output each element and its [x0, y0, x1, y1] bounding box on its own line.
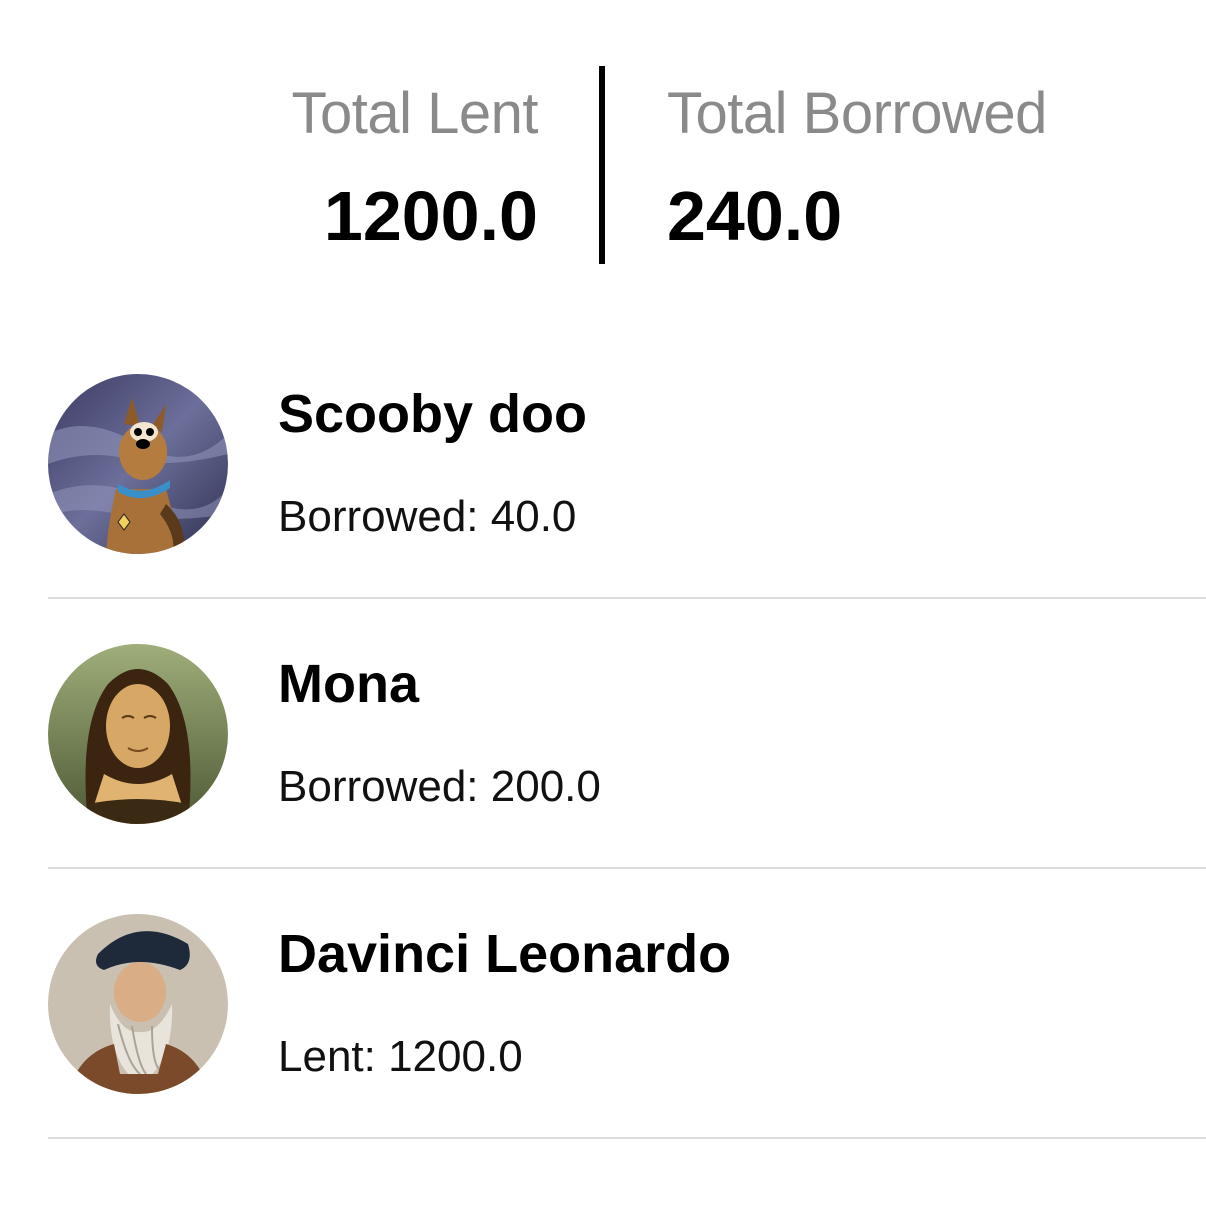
debt-summary-screen: Total Lent 1200.0 Total Borrowed 240.0 S…: [0, 0, 1206, 1206]
contact-balance: Lent: 1200.0: [278, 1032, 523, 1081]
totals-divider: [599, 66, 605, 264]
total-lent-label: Total Lent: [291, 81, 538, 146]
total-borrowed-column: Total Borrowed 240.0: [667, 66, 1047, 255]
contact-row[interactable]: Davinci Leonardo Lent: 1200.0: [0, 869, 1206, 1139]
contact-row[interactable]: Scooby doo Borrowed: 40.0: [0, 329, 1206, 599]
mona-lisa-avatar: [48, 644, 228, 824]
leonardo-avatar: [48, 914, 228, 1094]
contact-balance: Borrowed: 40.0: [278, 492, 577, 541]
scooby-doo-avatar: [48, 374, 228, 554]
contact-name: Scooby doo: [278, 384, 587, 444]
total-borrowed-label: Total Borrowed: [667, 81, 1047, 146]
total-borrowed-value: 240.0: [667, 177, 843, 255]
contact-row[interactable]: Mona Borrowed: 200.0: [0, 599, 1206, 869]
totals-header: Total Lent 1200.0 Total Borrowed 240.0: [0, 66, 1206, 264]
contact-balance: Borrowed: 200.0: [278, 762, 601, 811]
row-separator: [48, 1137, 1206, 1139]
contact-name: Mona: [278, 654, 419, 714]
total-lent-value: 1200.0: [323, 177, 538, 255]
contact-name: Davinci Leonardo: [278, 924, 732, 984]
contact-list: Scooby doo Borrowed: 40.0 Mona Borrowed:…: [0, 329, 1206, 1139]
total-lent-column: Total Lent 1200.0: [291, 66, 538, 255]
